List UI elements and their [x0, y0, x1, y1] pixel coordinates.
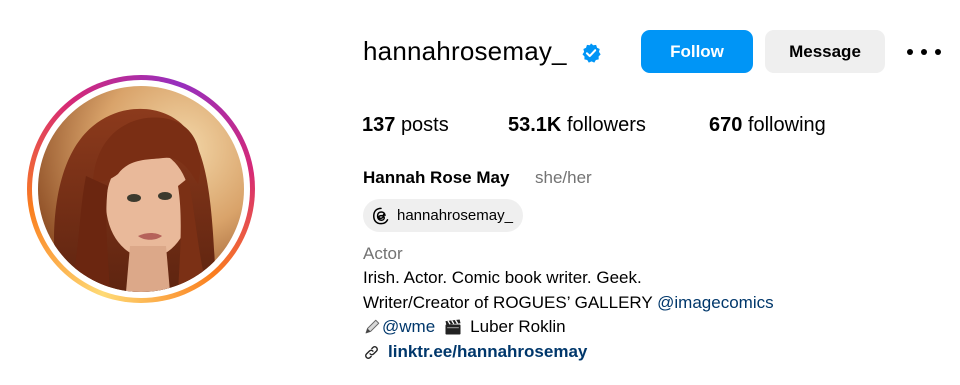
followers-count-value: 53.1K [508, 114, 562, 136]
threads-icon [372, 207, 389, 224]
posts-count: 137 posts [362, 114, 449, 137]
clapper-board-icon [445, 319, 461, 335]
more-dot [921, 49, 927, 55]
username: hannahrosemay_ [363, 36, 567, 66]
threads-handle: hannahrosemay_ [397, 207, 513, 224]
more-dot [935, 49, 941, 55]
bio-text: Writer/Creator of ROGUES’ GALLERY [363, 293, 658, 312]
bio-line: Irish. Actor. Comic book writer. Geek. [363, 268, 642, 287]
link-icon [365, 345, 378, 359]
profile-avatar[interactable] [38, 86, 244, 292]
profile-photo-image [38, 86, 244, 292]
pronouns: she/her [535, 168, 592, 187]
following-count-value: 670 [709, 114, 743, 136]
following-link[interactable]: 670 following [709, 114, 826, 137]
category-label: Actor [363, 244, 403, 263]
message-button[interactable]: Message [765, 30, 885, 73]
story-ring[interactable] [27, 75, 255, 303]
following-count-label: following [747, 114, 826, 136]
pencil-icon [365, 319, 380, 334]
mention-link[interactable]: @imagecomics [657, 293, 773, 312]
posts-count-value: 137 [362, 114, 396, 136]
avatar-ring-gap [32, 80, 250, 298]
more-dot [907, 49, 913, 55]
external-link-text[interactable]: linktr.ee/hannahrosemay [388, 342, 587, 362]
threads-badge[interactable]: hannahrosemay_ [363, 199, 523, 232]
bio-line: Writer/Creator of ROGUES’ GALLERY @image… [363, 293, 774, 313]
mention-link[interactable]: @wme [382, 317, 435, 337]
more-options-icon[interactable] [907, 40, 941, 64]
external-link[interactable]: linktr.ee/hannahrosemay [363, 342, 587, 362]
follow-button[interactable]: Follow [641, 30, 753, 73]
verified-badge-icon [582, 43, 601, 63]
posts-count-label: posts [400, 114, 449, 136]
full-name: Hannah Rose May [363, 168, 510, 187]
bio-text: Luber Roklin [470, 317, 566, 336]
followers-link[interactable]: 53.1K followers [508, 114, 646, 137]
followers-count-label: followers [566, 114, 646, 136]
bio-line: @wme Luber Roklin [363, 317, 566, 337]
